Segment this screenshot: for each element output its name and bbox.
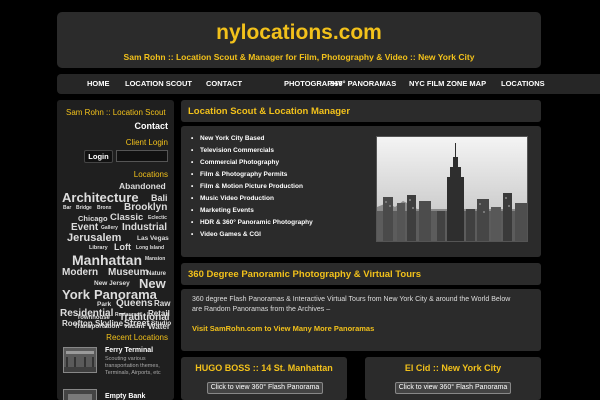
- service-item: Film & Photography Permits: [190, 169, 313, 181]
- tag-manhattan[interactable]: Manhattan: [72, 253, 142, 267]
- tag-las-vegas[interactable]: Las Vegas: [137, 235, 169, 243]
- view-panorama-button[interactable]: Click to view 360° Flash Panorama: [207, 382, 323, 394]
- login-button[interactable]: Login: [84, 150, 113, 163]
- nav-nyc-film-zone-map[interactable]: NYC FILM ZONE MAP: [409, 74, 486, 94]
- service-item: Commercial Photography: [190, 157, 313, 169]
- tag-new-york-panorama-part2[interactable]: York: [62, 288, 90, 301]
- panorama-card-title[interactable]: El Cid :: New York City: [365, 363, 541, 373]
- scout-heading: Location Scout & Location Manager: [188, 106, 351, 117]
- service-item: New York City Based: [190, 133, 313, 145]
- site-title[interactable]: nylocations.com: [57, 21, 541, 45]
- recent-location-item[interactable]: Ferry Terminal Scouting various transpor…: [63, 347, 169, 383]
- bank-photo-icon: [64, 390, 96, 400]
- nav-home[interactable]: HOME: [87, 74, 110, 94]
- recent-location-item[interactable]: Empty Bank: [63, 389, 169, 400]
- tag-raw[interactable]: Raw: [154, 300, 170, 308]
- tag-water[interactable]: Water: [148, 323, 170, 331]
- service-item: Film & Motion Picture Production: [190, 181, 313, 193]
- panorama-card: HUGO BOSS :: 14 St. Manhattan Click to v…: [181, 357, 347, 400]
- service-item: Video Games & CGI: [190, 229, 313, 241]
- tag-bronx[interactable]: Bronx: [97, 206, 111, 211]
- nav-360-panoramas[interactable]: 360° PANORAMAS: [330, 74, 396, 94]
- tag-queens[interactable]: Queens: [116, 299, 153, 309]
- tag-townhouse[interactable]: Townhouse: [77, 315, 110, 321]
- recent-locations-heading: Recent Locations: [106, 333, 168, 342]
- empire-state-photo: [376, 136, 528, 242]
- main-nav: HOME LOCATION SCOUT CONTACT PHOTOGRAPHY …: [57, 74, 600, 94]
- login-password-field[interactable]: [116, 150, 168, 162]
- tag-long-island[interactable]: Long Island: [136, 246, 164, 251]
- recent-location-title[interactable]: Ferry Terminal: [105, 347, 153, 354]
- view-panorama-button[interactable]: Click to view 360° Flash Panorama: [395, 382, 511, 394]
- samrohn-panoramas-link[interactable]: Visit SamRohn.com to View Many More Pano…: [192, 324, 374, 333]
- terminal-photo-icon: [64, 348, 96, 372]
- tag-bar[interactable]: Bar: [63, 206, 71, 211]
- skyline-photo-icon: [377, 137, 527, 241]
- panorama-card: El Cid :: New York City Click to view 36…: [365, 357, 541, 400]
- client-login-heading: Client Login: [125, 138, 168, 147]
- recent-location-thumbnail[interactable]: [63, 389, 97, 400]
- locations-heading: Locations: [133, 170, 168, 179]
- tag-vacant[interactable]: vacant: [124, 323, 145, 331]
- sidebar: Sam Rohn :: Location Scout Contact Clien…: [57, 100, 174, 400]
- site-header: nylocations.com Sam Rohn :: Location Sco…: [57, 12, 541, 68]
- nav-locations[interactable]: LOCATIONS: [501, 74, 545, 94]
- service-item: Music Video Production: [190, 193, 313, 205]
- nav-location-scout[interactable]: LOCATION SCOUT: [125, 74, 192, 94]
- service-item: Marketing Events: [190, 205, 313, 217]
- tag-mansion[interactable]: Mansion: [145, 257, 165, 262]
- recent-location-description: Scouting various transportation themes, …: [105, 356, 161, 376]
- tag-loft[interactable]: Loft: [114, 243, 131, 252]
- tag-gallery[interactable]: Gallery: [101, 226, 118, 231]
- service-item: Television Commercials: [190, 145, 313, 157]
- services-list: New York City Based Television Commercia…: [190, 133, 313, 241]
- tag-eclectic[interactable]: Eclectic: [148, 216, 167, 221]
- tag-industrial[interactable]: Industrial: [122, 223, 167, 233]
- panorama-intro-text: 360 degree Flash Panoramas & Interactive…: [192, 296, 511, 313]
- scout-heading-bar: Location Scout & Location Manager: [181, 100, 541, 122]
- recent-location-title[interactable]: Empty Bank: [105, 393, 145, 400]
- panorama-heading-bar: 360 Degree Panoramic Photography & Virtu…: [181, 263, 541, 285]
- recent-location-thumbnail[interactable]: [63, 347, 97, 373]
- site-tagline: Sam Rohn :: Location Scout & Manager for…: [123, 52, 475, 62]
- service-item: HDR & 360° Panoramic Photography: [190, 217, 313, 229]
- panorama-heading: 360 Degree Panoramic Photography & Virtu…: [188, 269, 421, 280]
- owner-link[interactable]: Sam Rohn :: Location Scout: [66, 108, 166, 117]
- contact-link[interactable]: Contact: [135, 121, 169, 131]
- tag-library[interactable]: Library: [89, 245, 108, 252]
- tag-modern[interactable]: Modern: [62, 268, 98, 278]
- tag-transportation[interactable]: Transportation: [74, 323, 120, 331]
- panorama-card-title[interactable]: HUGO BOSS :: 14 St. Manhattan: [181, 363, 347, 373]
- nav-contact[interactable]: CONTACT: [206, 74, 242, 94]
- tag-bridge[interactable]: Bridge: [76, 206, 92, 211]
